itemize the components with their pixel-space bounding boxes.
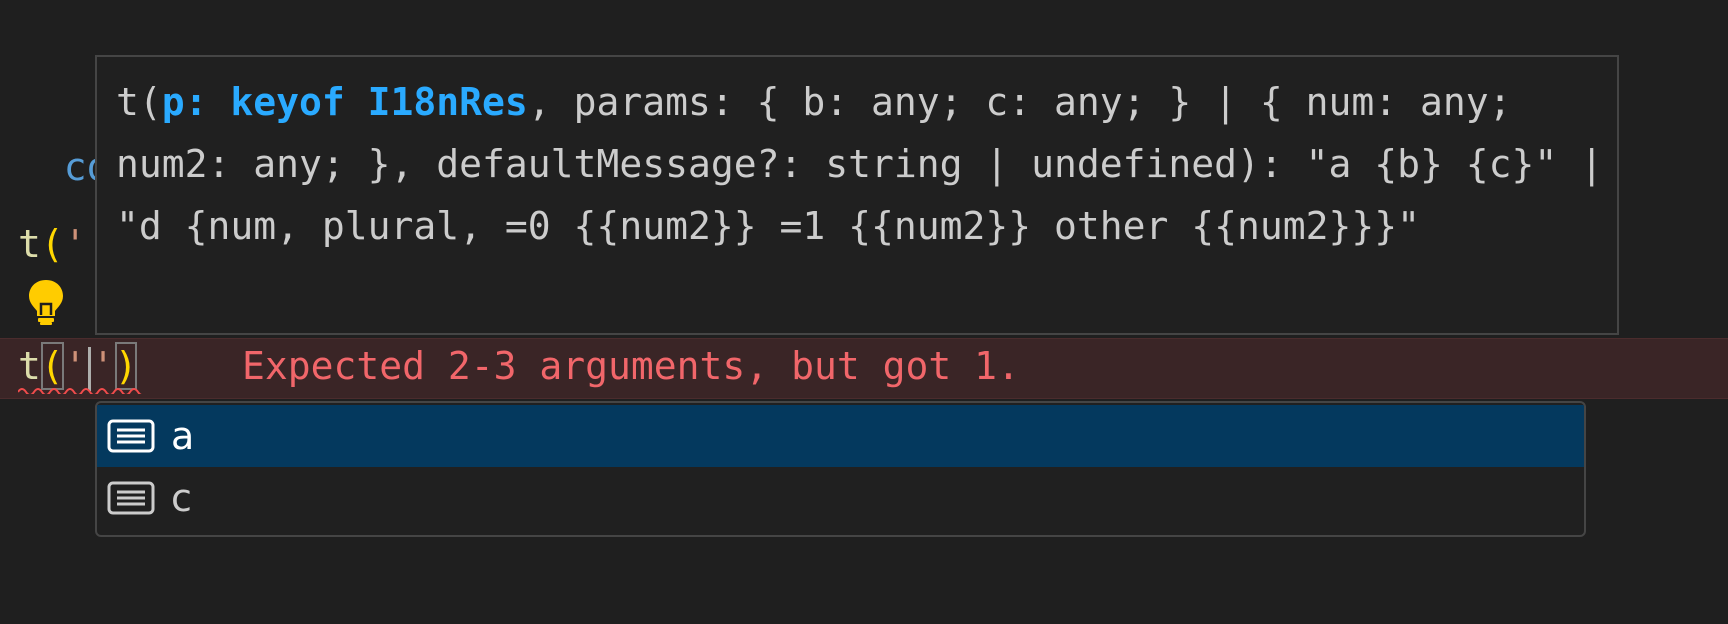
suggestion-label: c bbox=[171, 476, 192, 520]
function-name: t bbox=[18, 344, 41, 388]
active-parameter: p: keyof I18nRes bbox=[161, 80, 528, 124]
string-quote: ' bbox=[63, 222, 87, 266]
text-icon bbox=[107, 419, 155, 453]
suggest-widget: a c bbox=[95, 401, 1586, 537]
code-line-t-call: t(' bbox=[18, 220, 87, 268]
suggestion-item[interactable]: a bbox=[97, 405, 1584, 467]
string-open-quote: ' bbox=[63, 344, 87, 388]
open-paren: ( bbox=[40, 222, 64, 266]
suggestion-item[interactable]: c bbox=[97, 467, 1584, 529]
open-paren-match: ( bbox=[40, 342, 64, 390]
close-paren-match: ) bbox=[114, 342, 138, 390]
string-close-quote: ' bbox=[91, 344, 115, 388]
signature-prefix: t( bbox=[116, 80, 162, 124]
suggestion-label: a bbox=[171, 414, 195, 458]
text-cursor bbox=[87, 346, 91, 391]
error-squiggle bbox=[18, 388, 142, 394]
current-code-line[interactable]: t(' ') bbox=[18, 342, 138, 391]
function-name: t bbox=[18, 222, 41, 266]
lightbulb-icon[interactable] bbox=[26, 278, 66, 326]
signature-text: t(p: keyof I18nRes, params: { b: any; c:… bbox=[116, 71, 1606, 257]
signature-help-widget: t(p: keyof I18nRes, params: { b: any; c:… bbox=[95, 55, 1619, 335]
error-lens-message: Expected 2-3 arguments, but got 1. bbox=[242, 344, 1020, 388]
text-icon bbox=[107, 481, 155, 515]
